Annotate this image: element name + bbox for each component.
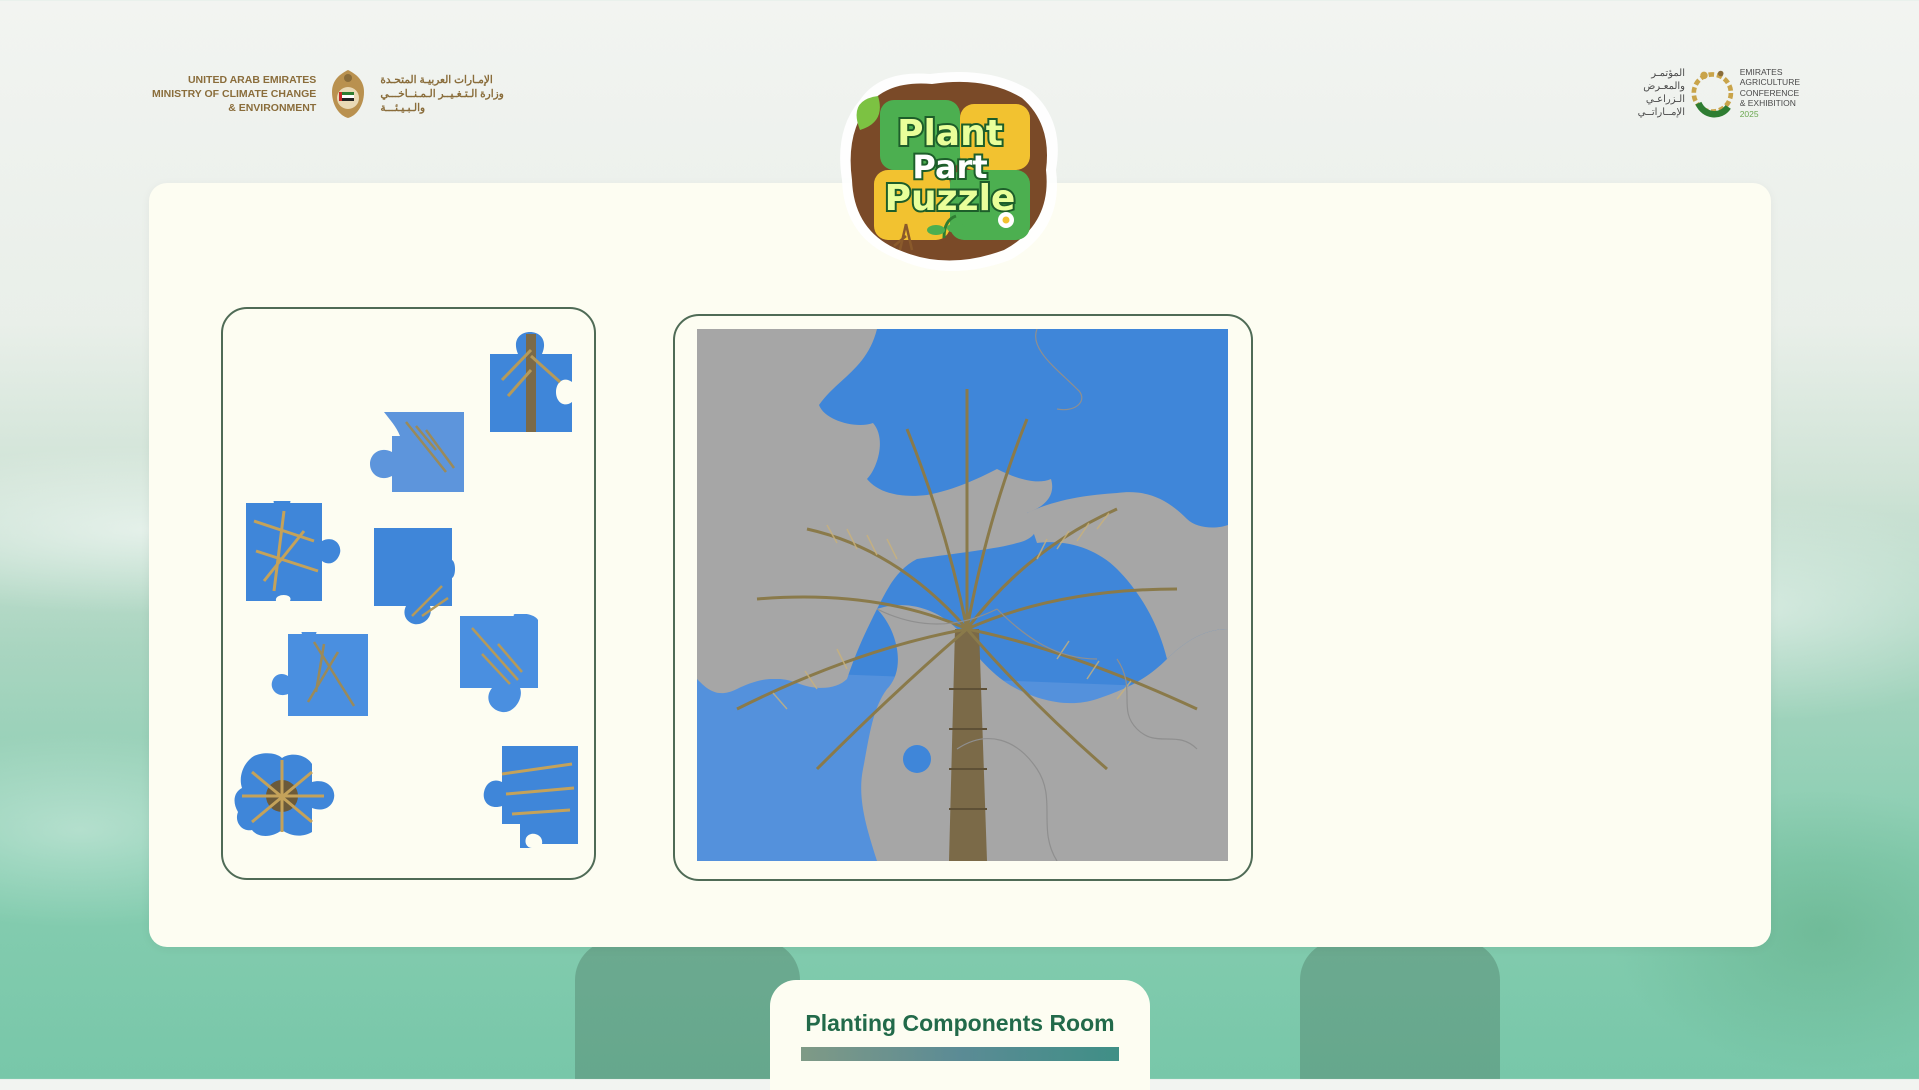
uae-emblem-icon — [332, 70, 365, 118]
puzzle-piece[interactable] — [482, 744, 580, 848]
puzzle-piece[interactable] — [488, 330, 574, 434]
plant-part-puzzle-logo: Plant Part Puzzle — [820, 60, 1080, 280]
exhibition-english-text: EMIRATES AGRICULTURE CONFERENCE & EXHIBI… — [1739, 66, 1800, 119]
ministry-logo: UNITED ARAB EMIRATES MINISTRY OF CLIMATE… — [152, 62, 532, 126]
puzzle-piece[interactable] — [372, 526, 456, 628]
svg-text:Puzzle: Puzzle — [885, 178, 1016, 219]
background-person — [575, 940, 800, 1079]
ministry-arabic-text: الإمـارات العربيـة المتحـدة وزارة الـتـغ… — [380, 74, 504, 114]
background-person — [1300, 940, 1500, 1079]
puzzle-piece[interactable] — [268, 632, 370, 718]
exhibition-wreath-icon — [1691, 70, 1734, 118]
puzzle-piece[interactable] — [232, 752, 338, 840]
puzzle-piece[interactable] — [366, 410, 466, 494]
puzzle-board[interactable] — [697, 329, 1228, 861]
room-title: Planting Components Room — [805, 1010, 1115, 1036]
room-progress-bar — [801, 1047, 1119, 1061]
puzzle-piece[interactable] — [458, 614, 542, 716]
puzzle-piece[interactable] — [244, 501, 342, 603]
room-tab: Planting Components Room — [770, 980, 1150, 1090]
ministry-english-text: UNITED ARAB EMIRATES MINISTRY OF CLIMATE… — [152, 74, 317, 114]
exhibition-arabic-text: المؤتمـر والمعـرض الـزراعـي الإمــاراتــ… — [1637, 68, 1685, 118]
exhibition-logo: المؤتمـر والمعـرض الـزراعـي الإمــاراتــ… — [1620, 56, 1800, 130]
